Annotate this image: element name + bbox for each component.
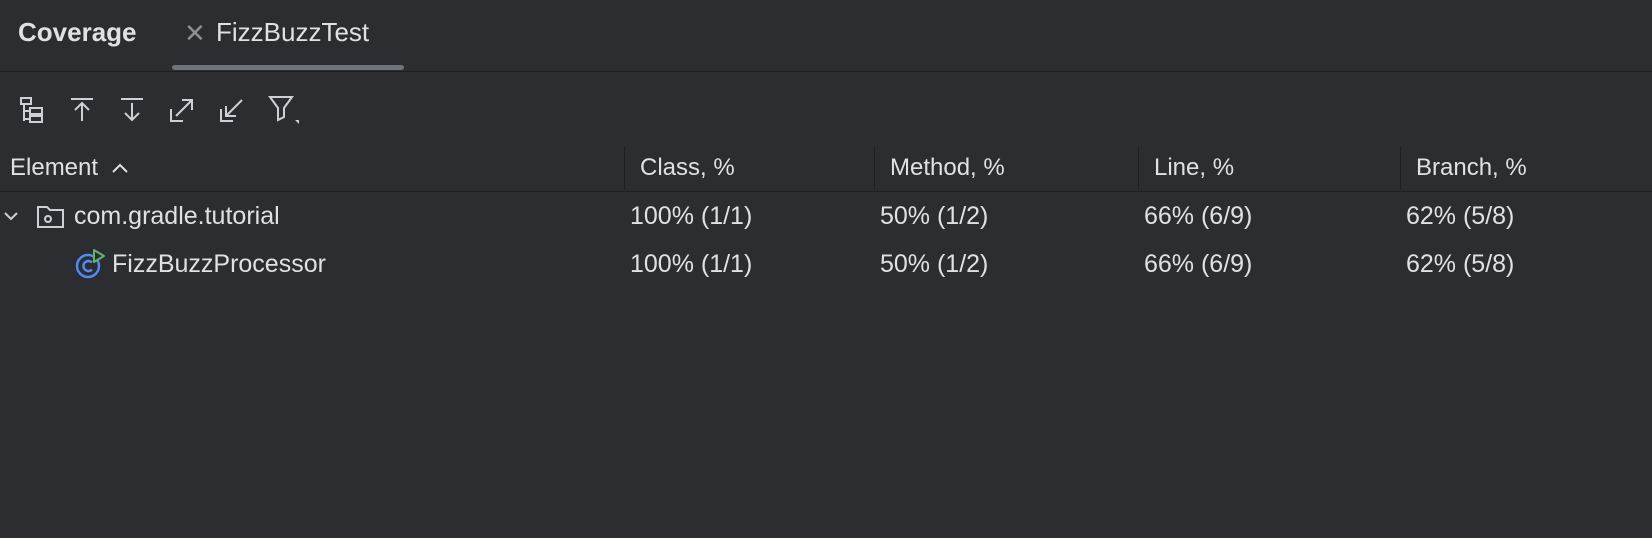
- branch-coverage-value: 62% (5/8): [1406, 201, 1515, 230]
- column-header-element[interactable]: Element: [10, 144, 610, 191]
- branch-coverage-value: 62% (5/8): [1406, 249, 1515, 278]
- tree-item-label: FizzBuzzProcessor: [112, 249, 326, 278]
- scroll-from-source-button[interactable]: [112, 90, 152, 130]
- arrow-up-to-line-icon: [71, 98, 93, 121]
- arrow-up-right-icon: [170, 99, 193, 122]
- filter-button[interactable]: [264, 90, 304, 130]
- flatten-packages-button[interactable]: [12, 90, 52, 130]
- tool-window-header: Coverage ✕ FizzBuzzTest: [0, 0, 1652, 72]
- collapse-all-button[interactable]: [212, 90, 252, 130]
- flatten-packages-icon: [20, 97, 43, 123]
- tree-cell: com.gradle.tutorial: [0, 192, 620, 240]
- column-divider[interactable]: [1400, 146, 1401, 190]
- table-header: Element Class, % Method, % Line, % Branc…: [0, 144, 1652, 192]
- sort-ascending-icon: [110, 161, 130, 175]
- line-coverage-value: 66% (6/9): [1144, 201, 1253, 230]
- table-row[interactable]: com.gradle.tutorial 100% (1/1) 50% (1/2)…: [0, 192, 1652, 240]
- column-header-method[interactable]: Method, %: [890, 144, 1130, 191]
- column-header-line[interactable]: Line, %: [1154, 144, 1394, 191]
- active-tab-indicator: [172, 65, 404, 70]
- tab-label: FizzBuzzTest: [216, 17, 370, 47]
- class-icon: [74, 248, 106, 280]
- column-divider[interactable]: [1138, 146, 1139, 190]
- column-header-class[interactable]: Class, %: [640, 144, 870, 191]
- chevron-down-icon[interactable]: [2, 207, 24, 225]
- tree-cell: FizzBuzzProcessor: [0, 240, 620, 288]
- tree-item-label: com.gradle.tutorial: [74, 201, 280, 230]
- method-coverage-value: 50% (1/2): [880, 201, 989, 230]
- toolbar: [0, 80, 1652, 140]
- class-coverage-value: 100% (1/1): [630, 249, 753, 278]
- method-coverage-value: 50% (1/2): [880, 249, 989, 278]
- column-divider[interactable]: [874, 146, 875, 190]
- tab-fizzbuzztest[interactable]: ✕ FizzBuzzTest: [172, 0, 404, 72]
- class-coverage-value: 100% (1/1): [630, 201, 753, 230]
- filter-icon: [268, 96, 299, 124]
- panel-title: Coverage: [18, 17, 137, 47]
- table-row[interactable]: FizzBuzzProcessor 100% (1/1) 50% (1/2) 6…: [0, 240, 1652, 288]
- close-icon[interactable]: ✕: [184, 20, 206, 46]
- navigate-source-button[interactable]: [62, 90, 102, 130]
- arrow-down-left-icon: [220, 99, 243, 122]
- column-header-branch[interactable]: Branch, %: [1416, 144, 1646, 191]
- line-coverage-value: 66% (6/9): [1144, 249, 1253, 278]
- expand-all-button[interactable]: [162, 90, 202, 130]
- package-folder-icon: [36, 202, 66, 230]
- column-divider[interactable]: [624, 146, 625, 190]
- arrow-down-to-line-icon: [121, 98, 143, 122]
